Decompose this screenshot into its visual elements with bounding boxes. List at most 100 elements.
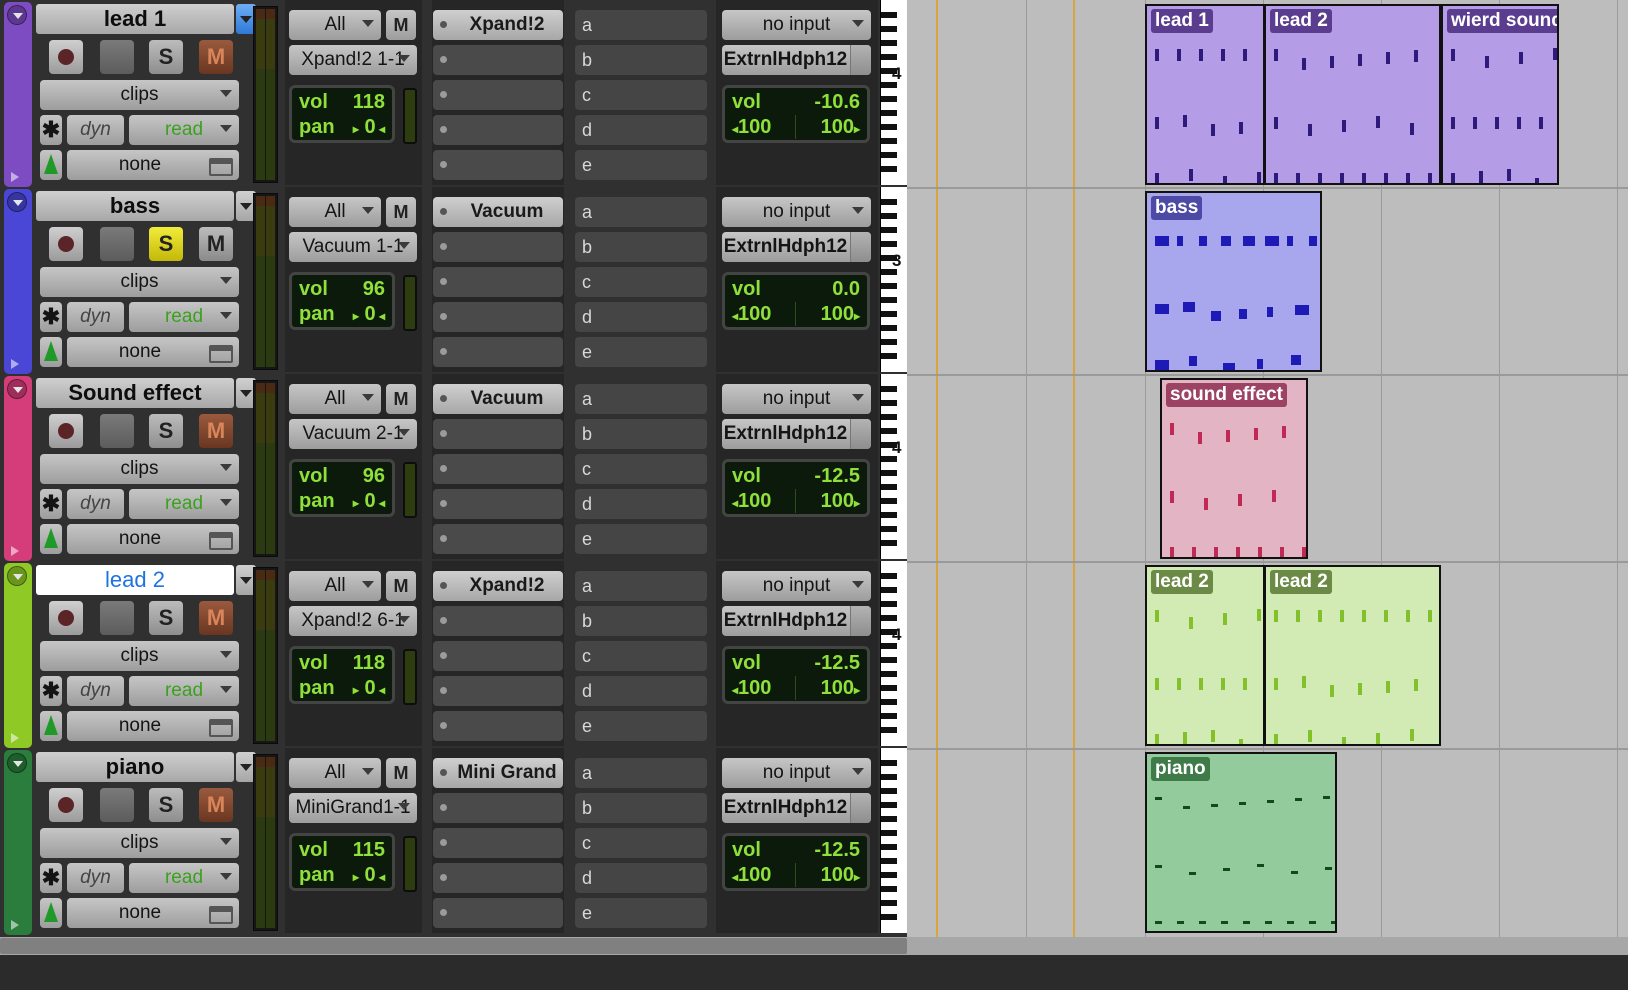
midi-mute-button[interactable]: M <box>386 571 416 601</box>
mute-button[interactable]: M <box>199 788 233 822</box>
insert-slot[interactable] <box>433 793 563 823</box>
send-slot-a[interactable]: a <box>575 197 707 227</box>
piano-keyboard-ruler[interactable]: 3 <box>880 187 907 372</box>
pan-right-value[interactable]: 100▸ <box>821 677 860 700</box>
pan-left-value[interactable]: ◂100 <box>732 864 771 887</box>
send-slot-b[interactable]: b <box>575 606 707 636</box>
track-view-icon[interactable]: ✱ <box>40 489 62 519</box>
send-slot-c[interactable]: c <box>575 80 707 110</box>
expand-triangle-icon[interactable] <box>11 359 19 369</box>
elastic-audio-selector[interactable]: none <box>67 711 239 741</box>
input-monitor-button[interactable] <box>100 788 134 822</box>
midi-volume-pan-display[interactable]: vol 115 pan ▸ 0 ◂ <box>289 833 395 891</box>
volume-value[interactable]: 0.0 <box>832 278 860 301</box>
pan-left-value[interactable]: ◂100 <box>732 303 771 326</box>
pan-left-value[interactable]: ◂100 <box>732 116 771 139</box>
solo-button[interactable]: S <box>149 227 183 261</box>
volume-pan-display[interactable]: vol -10.6 ◂100 100▸ <box>722 85 870 143</box>
midi-volume-pan-display[interactable]: vol 96 pan ▸ 0 ◂ <box>289 272 395 330</box>
insert-slot[interactable] <box>433 80 563 110</box>
midi-pan-value[interactable]: ▸ 0 ◂ <box>353 864 385 887</box>
send-slot-b[interactable]: b <box>575 793 707 823</box>
input-selector[interactable]: no input <box>722 10 871 40</box>
solo-button[interactable]: S <box>149 788 183 822</box>
send-slot-e[interactable]: e <box>575 524 707 554</box>
send-slot-d[interactable]: d <box>575 676 707 706</box>
send-slot-b[interactable]: b <box>575 45 707 75</box>
dyn-button[interactable]: dyn <box>67 489 124 519</box>
insert-slot[interactable] <box>433 863 563 893</box>
input-selector[interactable]: no input <box>722 197 871 227</box>
send-slot-d[interactable]: d <box>575 115 707 145</box>
midi-clip[interactable]: lead 2 <box>1264 4 1441 185</box>
midi-clip[interactable]: lead 2 <box>1145 565 1265 746</box>
midi-clip[interactable]: bass <box>1145 191 1322 372</box>
send-slot-e[interactable]: e <box>575 150 707 180</box>
timebase-icon[interactable] <box>40 150 62 180</box>
send-slot-d[interactable]: d <box>575 863 707 893</box>
insert-slot-a[interactable]: Mini Grand <box>433 758 563 788</box>
midi-input-selector[interactable]: All <box>289 10 381 40</box>
volume-pan-display[interactable]: vol -12.5 ◂100 100▸ <box>722 459 870 517</box>
output-selector[interactable]: ExtrnlHdph12 <box>722 419 871 449</box>
mute-button[interactable]: M <box>199 40 233 74</box>
midi-mute-button[interactable]: M <box>386 10 416 40</box>
expand-triangle-icon[interactable] <box>11 920 19 930</box>
insert-slot[interactable] <box>433 641 563 671</box>
output-selector[interactable]: ExtrnlHdph12 <box>722 606 871 636</box>
midi-volume-pan-display[interactable]: vol 96 pan ▸ 0 ◂ <box>289 459 395 517</box>
send-slot-d[interactable]: d <box>575 489 707 519</box>
track-view-icon[interactable]: ✱ <box>40 115 62 145</box>
track-name[interactable]: Sound effect <box>36 378 234 408</box>
midi-clip[interactable]: piano <box>1145 752 1337 933</box>
automation-mode-selector[interactable]: read <box>129 863 239 893</box>
expand-triangle-icon[interactable] <box>11 172 19 182</box>
midi-volume-value[interactable]: 118 <box>353 91 385 114</box>
midi-volume-slider[interactable] <box>403 649 417 705</box>
midi-volume-slider[interactable] <box>403 836 417 892</box>
send-slot-c[interactable]: c <box>575 454 707 484</box>
input-monitor-button[interactable] <box>100 40 134 74</box>
piano-keyboard-ruler[interactable]: 4 <box>880 0 907 185</box>
playlist-selector[interactable]: clips <box>40 454 239 484</box>
volume-pan-display[interactable]: vol 0.0 ◂100 100▸ <box>722 272 870 330</box>
insert-slot[interactable] <box>433 828 563 858</box>
midi-pan-value[interactable]: ▸ 0 ◂ <box>353 116 385 139</box>
record-enable-button[interactable] <box>49 601 83 635</box>
midi-input-selector[interactable]: All <box>289 384 381 414</box>
send-slot-b[interactable]: b <box>575 232 707 262</box>
send-slot-a[interactable]: a <box>575 384 707 414</box>
insert-slot[interactable] <box>433 419 563 449</box>
send-slot-b[interactable]: b <box>575 419 707 449</box>
volume-value[interactable]: -12.5 <box>814 839 860 862</box>
instrument-output-selector[interactable]: Xpand!2 6-1 <box>289 606 417 636</box>
track-options-icon[interactable] <box>7 753 27 773</box>
record-enable-button[interactable] <box>49 40 83 74</box>
horizontal-scrollbar[interactable] <box>0 937 1628 955</box>
volume-value[interactable]: -12.5 <box>814 465 860 488</box>
playlist-selector[interactable]: clips <box>40 828 239 858</box>
send-slot-d[interactable]: d <box>575 302 707 332</box>
track-options-icon[interactable] <box>7 192 27 212</box>
instrument-output-selector[interactable]: Vacuum 2-1 <box>289 419 417 449</box>
output-selector[interactable]: ExtrnlHdph12 <box>722 45 871 75</box>
automation-mode-selector[interactable]: read <box>129 676 239 706</box>
midi-clip[interactable]: sound effect <box>1160 378 1308 559</box>
input-monitor-button[interactable] <box>100 227 134 261</box>
playlist-selector[interactable]: clips <box>40 80 239 110</box>
instrument-output-selector[interactable]: MiniGrand1-1 <box>289 793 417 823</box>
insert-slot-a[interactable]: Xpand!2 <box>433 571 563 601</box>
midi-pan-value[interactable]: ▸ 0 ◂ <box>353 677 385 700</box>
insert-slot[interactable] <box>433 489 563 519</box>
pan-right-value[interactable]: 100▸ <box>821 490 860 513</box>
send-slot-e[interactable]: e <box>575 898 707 928</box>
midi-volume-value[interactable]: 118 <box>353 652 385 675</box>
input-selector[interactable]: no input <box>722 571 871 601</box>
instrument-output-selector[interactable]: Vacuum 1-1 <box>289 232 417 262</box>
track-options-icon[interactable] <box>7 5 27 25</box>
midi-input-selector[interactable]: All <box>289 197 381 227</box>
timebase-icon[interactable] <box>40 524 62 554</box>
send-slot-c[interactable]: c <box>575 828 707 858</box>
midi-clip[interactable]: lead 2 <box>1264 565 1441 746</box>
midi-volume-value[interactable]: 96 <box>363 278 385 301</box>
